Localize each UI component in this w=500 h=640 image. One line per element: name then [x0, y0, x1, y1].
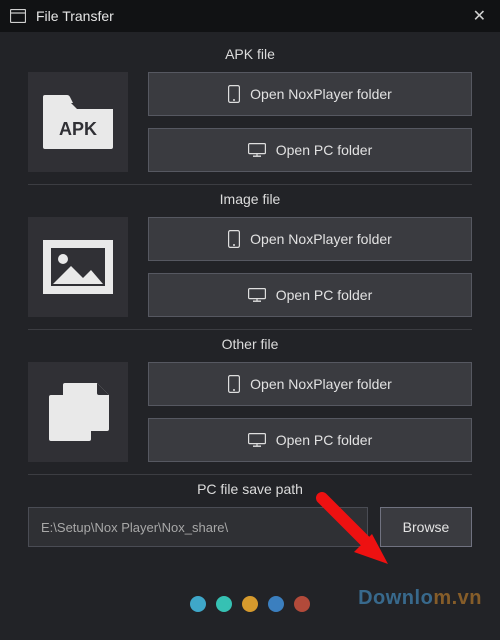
button-label: Open NoxPlayer folder [250, 86, 392, 102]
apk-row: APK Open NoxPlayer folder Open PC folder [28, 72, 472, 172]
dot [190, 596, 206, 612]
phone-icon [228, 230, 240, 248]
image-row: Open NoxPlayer folder Open PC folder [28, 217, 472, 317]
image-icon [28, 217, 128, 317]
close-button[interactable]: ✕ [469, 6, 490, 26]
titlebar: File Transfer ✕ [0, 0, 500, 32]
watermark: Downlom.vn [358, 587, 482, 610]
section-title-image: Image file [28, 191, 472, 207]
watermark-part: m.vn [433, 587, 482, 609]
divider [28, 184, 472, 185]
apk-tile-text: APK [59, 119, 97, 139]
save-path-row: Browse [28, 507, 472, 547]
window-title: File Transfer [36, 8, 114, 24]
button-label: Open PC folder [276, 142, 373, 158]
phone-icon [228, 375, 240, 393]
section-title-other: Other file [28, 336, 472, 352]
button-label: Browse [403, 519, 450, 535]
dot [216, 596, 232, 612]
button-label: Open NoxPlayer folder [250, 376, 392, 392]
other-open-noxplayer-button[interactable]: Open NoxPlayer folder [148, 362, 472, 406]
content-area: APK file APK Open NoxPlayer folder Open … [0, 32, 500, 547]
save-path-input[interactable] [28, 507, 368, 547]
watermark-part: Downlo [358, 587, 433, 609]
monitor-icon [248, 433, 266, 447]
browse-button[interactable]: Browse [380, 507, 472, 547]
pagination-dots [190, 596, 310, 612]
monitor-icon [248, 143, 266, 157]
other-open-pc-button[interactable]: Open PC folder [148, 418, 472, 462]
phone-icon [228, 85, 240, 103]
divider [28, 329, 472, 330]
monitor-icon [248, 288, 266, 302]
section-title-savepath: PC file save path [28, 481, 472, 497]
button-label: Open PC folder [276, 287, 373, 303]
apk-open-pc-button[interactable]: Open PC folder [148, 128, 472, 172]
button-label: Open NoxPlayer folder [250, 231, 392, 247]
other-row: Open NoxPlayer folder Open PC folder [28, 362, 472, 462]
dot [268, 596, 284, 612]
button-label: Open PC folder [276, 432, 373, 448]
section-title-apk: APK file [28, 46, 472, 62]
image-open-pc-button[interactable]: Open PC folder [148, 273, 472, 317]
files-icon [28, 362, 128, 462]
image-open-noxplayer-button[interactable]: Open NoxPlayer folder [148, 217, 472, 261]
apk-folder-icon: APK [28, 72, 128, 172]
dot [294, 596, 310, 612]
divider [28, 474, 472, 475]
dot [242, 596, 258, 612]
window-icon [10, 9, 26, 23]
apk-open-noxplayer-button[interactable]: Open NoxPlayer folder [148, 72, 472, 116]
